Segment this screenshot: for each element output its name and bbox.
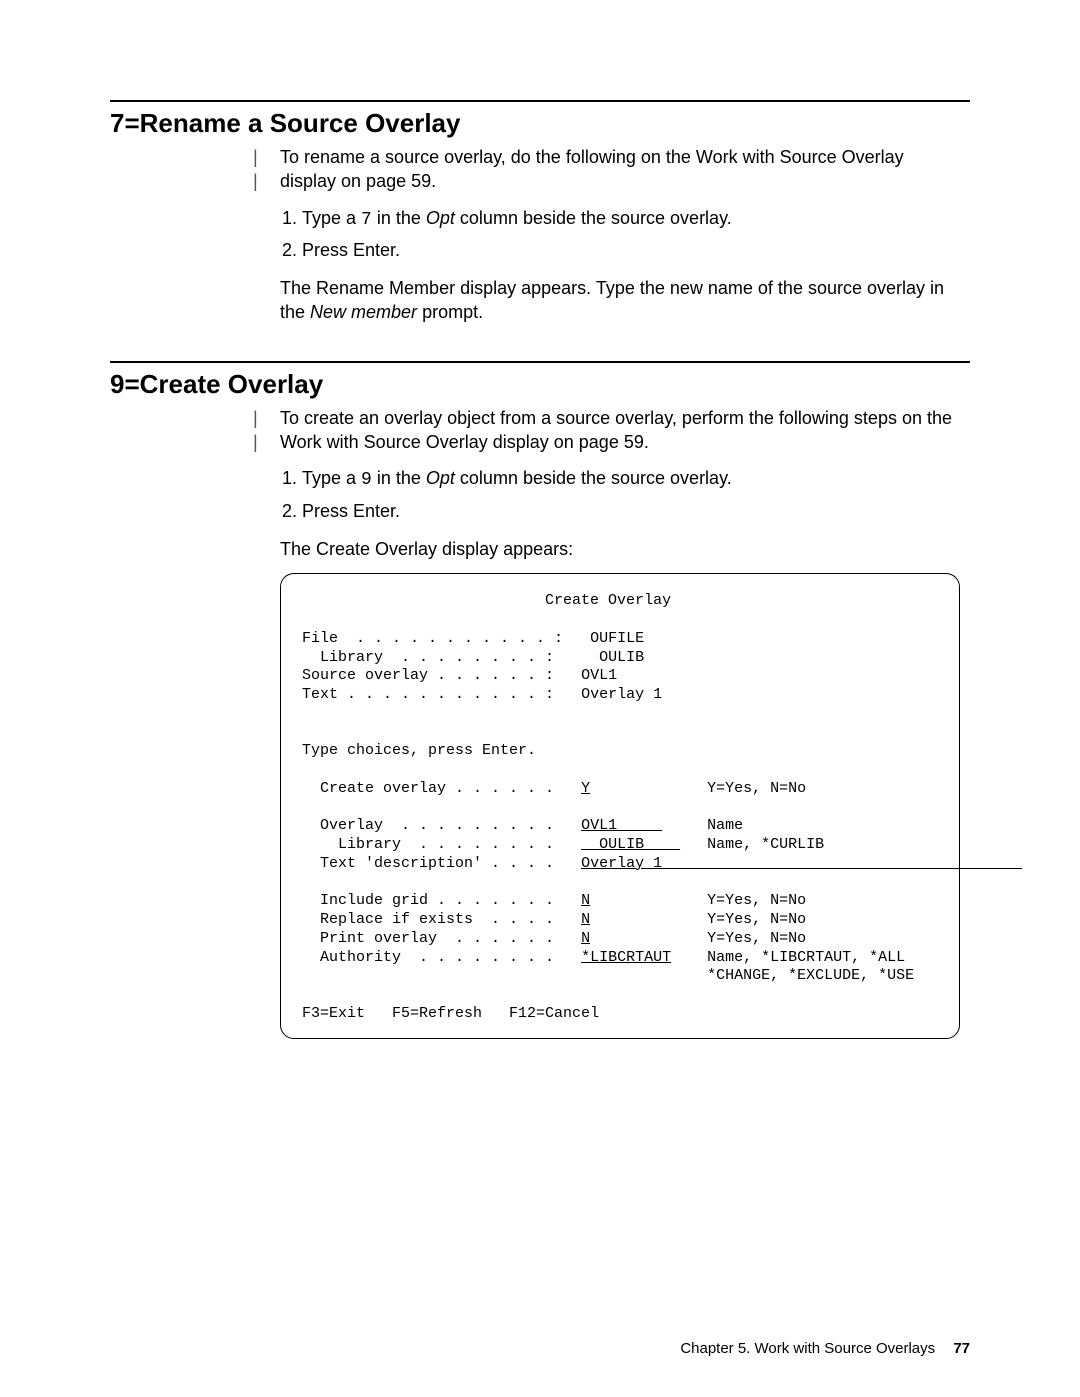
print-overlay-input[interactable]: N [581, 930, 590, 947]
include-grid-input[interactable]: N [581, 892, 590, 909]
create-overlay-label: Create overlay . . . . . . [302, 780, 554, 797]
print-overlay-help: Y=Yes, N=No [707, 930, 806, 947]
change-bar-icon: || [250, 408, 261, 457]
authority-help-1: Name, *LIBCRTAUT, *ALL [707, 949, 905, 966]
text-label: Text . . . . . . . . . . . : [302, 686, 554, 703]
library-label: Library . . . . . . . . : [302, 649, 554, 666]
source-overlay-value: OVL1 [581, 667, 617, 684]
overlay-label: Overlay . . . . . . . . . [302, 817, 554, 834]
print-overlay-label: Print overlay . . . . . . [302, 930, 554, 947]
overlay-library-help: Name, *CURLIB [707, 836, 824, 853]
create-overlay-screen: Create Overlay File . . . . . . . . . . … [280, 573, 960, 1038]
replace-label: Replace if exists . . . . [302, 911, 554, 928]
create-step-1: Type a 9 in the Opt column beside the so… [302, 466, 960, 492]
heading-create: 9=Create Overlay [110, 369, 970, 400]
page-footer: Chapter 5. Work with Source Overlays 77 [680, 1340, 970, 1357]
create-step-2: Press Enter. [302, 499, 960, 523]
file-label: File . . . . . . . . . . . : [302, 630, 563, 647]
rename-intro-text: To rename a source overlay, do the follo… [280, 145, 960, 194]
text-description-input[interactable]: Overlay 1 [581, 855, 1022, 872]
text-description-label: Text 'description' . . . . [302, 855, 554, 872]
rule-divider [110, 100, 970, 102]
create-steps-list: Type a 9 in the Opt column beside the so… [280, 466, 960, 523]
footer-chapter: Chapter 5. Work with Source Overlays [680, 1340, 935, 1357]
rename-step-2: Press Enter. [302, 238, 960, 262]
text-value: Overlay 1 [581, 686, 662, 703]
create-overlay-help: Y=Yes, N=No [707, 780, 806, 797]
rename-step-1: Type a 7 in the Opt column beside the so… [302, 206, 960, 232]
overlay-help: Name [707, 817, 743, 834]
overlay-library-label: Library . . . . . . . . [302, 836, 554, 853]
include-grid-help: Y=Yes, N=No [707, 892, 806, 909]
change-bar-icon: || [250, 147, 261, 196]
overlay-input[interactable]: OVL1 [581, 817, 662, 834]
screen-title: Create Overlay [545, 592, 671, 609]
rename-after-text: The Rename Member display appears. Type … [280, 276, 960, 325]
library-value: OULIB [581, 649, 644, 666]
authority-input[interactable]: *LIBCRTAUT [581, 949, 671, 966]
replace-help: Y=Yes, N=No [707, 911, 806, 928]
type-choices-label: Type choices, press Enter. [302, 742, 536, 759]
rule-divider [110, 361, 970, 363]
heading-rename: 7=Rename a Source Overlay [110, 108, 970, 139]
file-value: OUFILE [590, 630, 644, 647]
authority-help-2: *CHANGE, *EXCLUDE, *USE [707, 967, 914, 984]
create-after-text: The Create Overlay display appears: [280, 537, 960, 561]
function-keys: F3=Exit F5=Refresh F12=Cancel [302, 1005, 599, 1022]
source-overlay-label: Source overlay . . . . . . : [302, 667, 554, 684]
create-intro-text: To create an overlay object from a sourc… [280, 406, 960, 455]
create-overlay-input[interactable]: Y [581, 780, 590, 797]
replace-input[interactable]: N [581, 911, 590, 928]
rename-steps-list: Type a 7 in the Opt column beside the so… [280, 206, 960, 263]
authority-label: Authority . . . . . . . . [302, 949, 554, 966]
overlay-library-input[interactable]: OULIB [581, 836, 680, 853]
footer-page-number: 77 [953, 1340, 970, 1357]
include-grid-label: Include grid . . . . . . . [302, 892, 554, 909]
